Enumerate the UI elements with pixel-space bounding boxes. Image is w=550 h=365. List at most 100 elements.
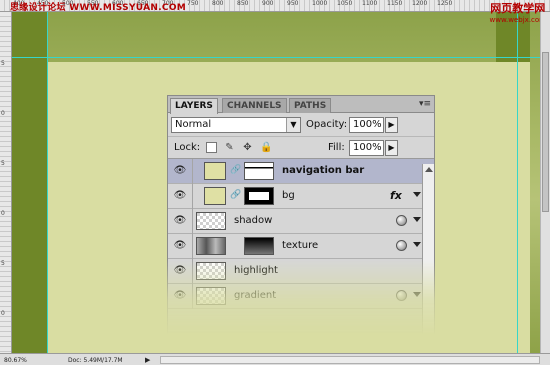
layer-thumbnail[interactable] [196,237,226,255]
eye-icon[interactable]: 👁 [171,289,189,303]
photoshop-window: 400 450 500 550 600 650 700 750 800 850 … [0,0,550,365]
vertical-scrollbar[interactable] [540,12,550,353]
layer-style-icon[interactable] [396,290,407,301]
layer-style-icon[interactable] [396,240,407,251]
ruler-tick: 750 [187,0,199,7]
panel-menu-icon[interactable]: ▾≡ [419,99,431,109]
layer-name[interactable]: bg [282,190,295,201]
divider [192,284,193,309]
divider [192,184,193,209]
mask-thumbnail[interactable] [244,237,274,255]
eye-icon[interactable]: 👁 [171,214,189,228]
zoom-level[interactable]: 80.67% [4,357,27,364]
scroll-up-icon[interactable] [425,167,433,172]
chevron-down-icon[interactable] [413,192,421,197]
scroll-thumb[interactable] [542,52,549,212]
ruler-tick: 1250 [437,0,453,7]
layer-name[interactable]: shadow [234,215,272,226]
ruler-tick: 5 [1,260,5,267]
link-icon[interactable]: 🔗 [230,165,241,175]
status-menu-arrow[interactable]: ▶ [145,356,150,364]
watermark-right-url: www.webjx.com [489,16,547,24]
guide-vertical-right[interactable] [517,12,518,353]
layer-name[interactable]: gradient [234,290,276,301]
panel-scrollbar[interactable] [422,164,434,344]
ruler-tick: 850 [237,0,249,7]
layer-thumbnail[interactable] [196,262,226,280]
ruler-top[interactable]: 400 450 500 550 600 650 700 750 800 850 … [0,0,550,24]
left-green-band [12,12,47,353]
lock-row: Lock: ✎ ✥ 🔒 Fill: 100% ▶ [168,137,434,159]
layer-name[interactable]: highlight [234,265,278,276]
doc-size: Doc: 5.49M/17.7M [68,357,123,364]
lock-label: Lock: [174,142,201,153]
link-icon[interactable]: 🔗 [230,190,241,200]
opacity-input[interactable]: 100% [349,117,384,133]
mask-thumbnail[interactable] [244,162,274,180]
blend-row: Normal ▼ Opacity: 100% ▶ [168,113,434,137]
fill-arrow-button[interactable]: ▶ [385,140,398,156]
ruler-tick: 1150 [387,0,403,7]
panel-tabs: LAYERS CHANNELS PATHS ▾≡ [168,96,434,114]
lock-transparent-icon[interactable] [206,142,217,153]
lock-move-icon[interactable]: ✥ [242,142,253,153]
layer-name[interactable]: texture [282,240,318,251]
opacity-arrow-button[interactable]: ▶ [385,117,398,133]
layer-thumbnail[interactable] [204,162,226,180]
chevron-down-icon[interactable]: ▼ [286,118,300,132]
divider [192,209,193,234]
tab-channels[interactable]: CHANNELS [222,98,287,113]
tab-layers[interactable]: LAYERS [170,98,218,114]
ruler-tick: 1100 [362,0,378,7]
ruler-left[interactable]: 5 0 5 0 5 0 [0,12,12,353]
layer-row[interactable]: 👁 highlight [168,259,434,284]
ruler-tick: 5 [1,160,5,167]
layer-thumbnail[interactable] [204,187,226,205]
eye-icon[interactable]: 👁 [171,264,189,278]
chevron-down-icon[interactable] [413,242,421,247]
chevron-down-icon[interactable] [413,292,421,297]
layer-thumbnail[interactable] [196,287,226,305]
eye-icon[interactable]: 👁 [171,239,189,253]
divider [192,234,193,259]
fx-icon[interactable]: fx [390,189,402,202]
layer-row[interactable]: 👁 🔗 bg fx [168,184,434,209]
layer-row[interactable]: 👁 gradient [168,284,434,309]
layer-row[interactable]: 👁 texture [168,234,434,259]
lock-brush-icon[interactable]: ✎ [224,142,235,153]
watermark-right-title: 网页教学网 [490,2,546,15]
divider [192,159,193,184]
eye-icon[interactable]: 👁 [171,189,189,203]
layers-list: 👁 🔗 navigation bar 👁 🔗 bg fx 👁 shadow 👁 … [168,159,434,309]
layer-style-icon[interactable] [396,215,407,226]
mask-thumbnail[interactable] [244,187,274,205]
ruler-tick: 900 [262,0,274,7]
divider [192,259,193,284]
ruler-tick: 0 [1,210,5,217]
eye-icon[interactable]: 👁 [171,164,189,178]
tab-paths[interactable]: PATHS [289,98,332,113]
fill-input[interactable]: 100% [349,140,384,156]
guide-horizontal[interactable] [12,57,540,58]
layer-thumbnail[interactable] [196,212,226,230]
watermark-right: 网页教学网 www.webjx.com [490,0,547,24]
layer-row[interactable]: 👁 shadow [168,209,434,234]
watermark-left: 思缘设计论坛 WWW.MISSYUAN.COM [10,3,187,13]
ruler-tick: 0 [1,310,5,317]
fill-label: Fill: [328,142,345,153]
opacity-label: Opacity: [306,119,348,130]
blend-mode-value: Normal [175,119,212,130]
ruler-tick: 0 [1,110,5,117]
ruler-tick: 800 [212,0,224,7]
lock-all-icon[interactable]: 🔒 [260,142,272,153]
layers-panel: LAYERS CHANNELS PATHS ▾≡ Normal ▼ Opacit… [167,95,435,355]
blend-mode-select[interactable]: Normal ▼ [171,117,301,133]
horizontal-scrollbar[interactable] [160,356,540,364]
ruler-tick: 1200 [412,0,428,7]
layer-name[interactable]: navigation bar [282,165,364,176]
chevron-down-icon[interactable] [413,217,421,222]
guide-vertical-left[interactable] [47,12,48,353]
ruler-tick: 5 [1,60,5,67]
ruler-tick: 950 [287,0,299,7]
layer-row[interactable]: 👁 🔗 navigation bar [168,159,434,184]
